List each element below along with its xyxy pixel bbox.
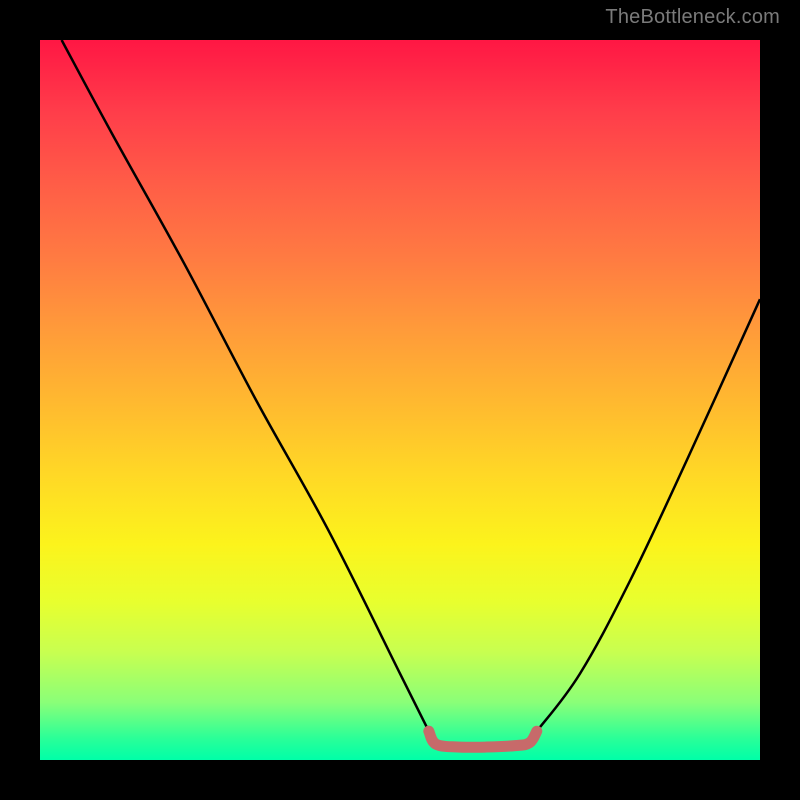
valley-marker: [429, 731, 537, 747]
watermark-label: TheBottleneck.com: [605, 6, 780, 29]
bottleneck-curve-right: [533, 299, 760, 736]
bottleneck-curve-left: [62, 40, 432, 736]
chart-svg: [40, 40, 760, 760]
chart-area: [40, 40, 760, 760]
